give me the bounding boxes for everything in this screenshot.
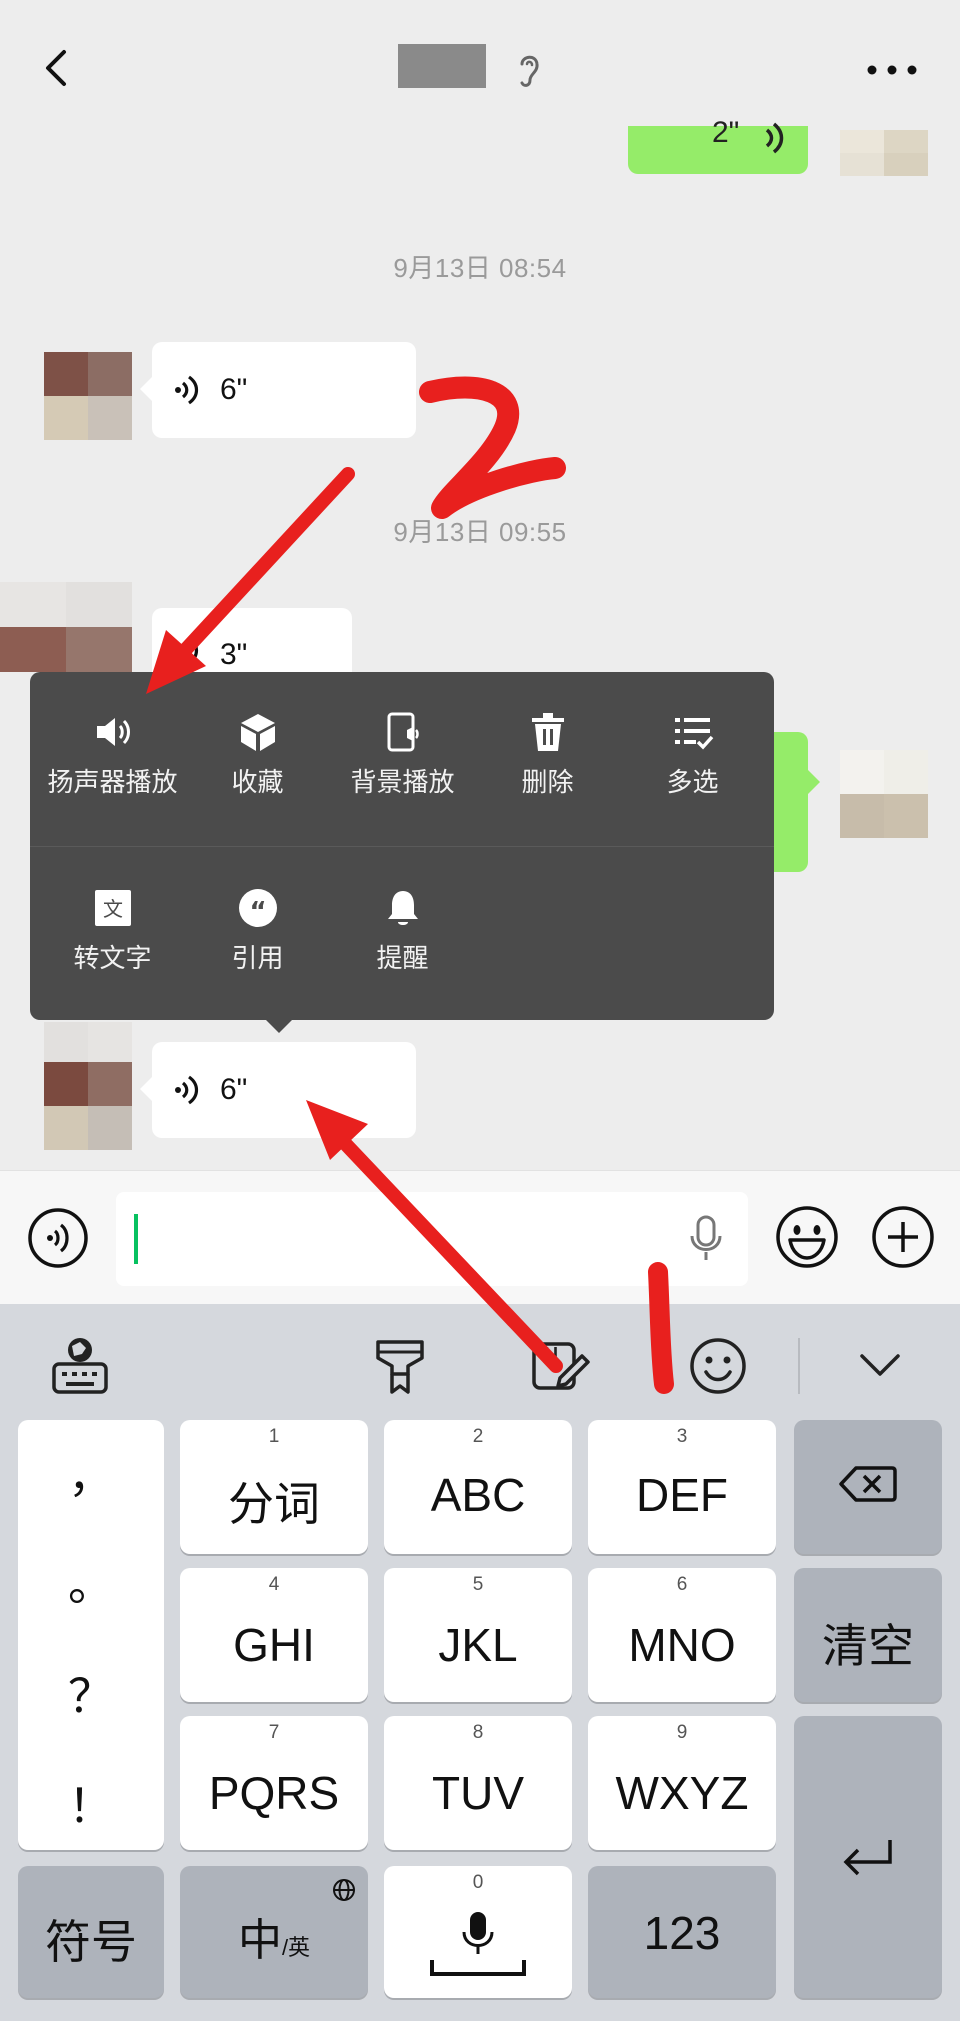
voice-wave-icon bbox=[175, 375, 199, 405]
speaker-icon bbox=[96, 718, 130, 746]
contact-name-blurred bbox=[398, 44, 486, 88]
key-1-fenci[interactable]: 1 分词 bbox=[180, 1420, 368, 1554]
menu-item-multi-select[interactable]: 多选 bbox=[620, 690, 765, 810]
text-convert-icon: 文 bbox=[94, 890, 131, 926]
clear-key[interactable]: 清空 bbox=[794, 1568, 942, 1702]
punct-question[interactable]: ？ bbox=[18, 1660, 164, 1726]
back-arrow-icon[interactable] bbox=[38, 48, 78, 88]
bell-icon bbox=[387, 891, 418, 925]
symbol-key[interactable]: 符号 bbox=[18, 1866, 164, 1998]
sent-voice-bubble[interactable]: 2" bbox=[628, 116, 808, 174]
menu-item-label: 转文字 bbox=[73, 943, 152, 973]
menu-item-speaker-play[interactable]: 扬声器播放 bbox=[40, 690, 185, 810]
trash-icon bbox=[531, 713, 564, 751]
enter-icon bbox=[843, 1840, 892, 1876]
menu-item-label: 收藏 bbox=[231, 767, 284, 797]
key-5-jkl[interactable]: 5 JKL bbox=[384, 1568, 572, 1702]
number-switch-key[interactable]: 123 bbox=[588, 1866, 776, 1998]
more-options-icon[interactable] bbox=[866, 60, 918, 80]
punct-exclamation[interactable]: ！ bbox=[18, 1770, 164, 1836]
menu-divider bbox=[30, 846, 774, 847]
svg-text:文: 文 bbox=[103, 897, 123, 921]
received-voice-bubble[interactable]: 6" bbox=[152, 1042, 416, 1138]
voice-wave-icon bbox=[175, 1075, 199, 1105]
voice-wave-icon bbox=[187, 638, 199, 666]
key-8-tuv[interactable]: 8 TUV bbox=[384, 1716, 572, 1850]
keyboard-emoji-icon[interactable] bbox=[686, 1334, 750, 1398]
collapse-keyboard-icon[interactable] bbox=[848, 1334, 912, 1398]
voice-duration: 3" bbox=[220, 638, 248, 671]
received-voice-bubble[interactable]: 6" bbox=[152, 342, 416, 438]
menu-item-label: 提醒 bbox=[376, 943, 429, 973]
ai-write-button[interactable]: AI bbox=[528, 1334, 592, 1398]
space-key[interactable]: 0 bbox=[384, 1866, 572, 1998]
backspace-icon bbox=[839, 1466, 897, 1502]
key-9-wxyz[interactable]: 9 WXYZ bbox=[588, 1716, 776, 1850]
multi-select-icon bbox=[674, 718, 713, 750]
contact-avatar-blurred[interactable] bbox=[44, 1022, 132, 1150]
message-text-input[interactable] bbox=[116, 1192, 748, 1286]
microphone-icon[interactable] bbox=[686, 1214, 726, 1262]
menu-item-label: 背景播放 bbox=[350, 767, 455, 797]
lang-main-label: 中 bbox=[237, 1916, 282, 1965]
plus-icon[interactable] bbox=[870, 1204, 936, 1270]
text-cursor bbox=[134, 1214, 138, 1264]
punct-comma[interactable]: ， bbox=[18, 1440, 164, 1506]
enter-key[interactable] bbox=[794, 1716, 942, 1998]
punct-period[interactable]: 。 bbox=[18, 1548, 164, 1614]
key-4-ghi[interactable]: 4 GHI bbox=[180, 1568, 368, 1702]
menu-item-remind[interactable]: 提醒 bbox=[330, 866, 475, 986]
lang-sub-label: /英 bbox=[281, 1935, 311, 1960]
backspace-key[interactable] bbox=[794, 1420, 942, 1554]
voice-duration: 6" bbox=[220, 1073, 248, 1106]
key-6-mno[interactable]: 6 MNO bbox=[588, 1568, 776, 1702]
globe-icon bbox=[333, 1879, 355, 1901]
key-7-pqrs[interactable]: 7 PQRS bbox=[180, 1716, 368, 1850]
menu-item-label: 多选 bbox=[666, 767, 719, 797]
quote-icon: “ bbox=[238, 889, 277, 927]
contact-avatar-blurred[interactable] bbox=[0, 582, 132, 672]
my-avatar-blurred[interactable] bbox=[840, 750, 928, 838]
svg-text:“: “ bbox=[249, 897, 266, 927]
menu-item-label: 删除 bbox=[521, 767, 574, 797]
menu-item-delete[interactable]: 删除 bbox=[475, 690, 620, 810]
bubble-tail bbox=[806, 768, 820, 796]
emoji-icon[interactable] bbox=[774, 1204, 840, 1270]
voice-input-toggle-icon[interactable] bbox=[26, 1206, 90, 1270]
menu-item-quote[interactable]: “ 引用 bbox=[185, 866, 330, 986]
key-2-abc[interactable]: 2 ABC bbox=[384, 1420, 572, 1554]
menu-item-favorite[interactable]: 收藏 bbox=[185, 690, 330, 810]
voice-duration: 2" bbox=[712, 116, 740, 149]
space-voice-icon bbox=[430, 1912, 526, 1976]
received-voice-bubble[interactable]: 3" bbox=[152, 608, 352, 672]
menu-item-convert-to-text[interactable]: 文 转文字 bbox=[40, 866, 185, 986]
voice-wave-icon bbox=[765, 122, 784, 154]
ai-edit-icon bbox=[532, 1342, 590, 1390]
menu-item-label: 引用 bbox=[231, 943, 284, 973]
menu-pointer bbox=[265, 1019, 293, 1033]
voice-duration: 6" bbox=[220, 373, 248, 406]
key-3-def[interactable]: 3 DEF bbox=[588, 1420, 776, 1554]
earpiece-mode-icon bbox=[520, 55, 539, 87]
background-play-icon bbox=[387, 712, 419, 752]
paint-brush-icon[interactable] bbox=[368, 1334, 432, 1398]
toolbar-separator bbox=[798, 1338, 800, 1394]
message-timestamp: 9月13日 09:55 bbox=[393, 517, 567, 547]
language-switch-key[interactable]: 中/英 bbox=[180, 1866, 368, 1998]
cube-icon bbox=[240, 714, 275, 751]
keyboard-globe-icon[interactable] bbox=[48, 1334, 112, 1398]
contact-avatar-blurred[interactable] bbox=[44, 352, 132, 440]
ai-label: AI bbox=[540, 1344, 558, 1364]
menu-item-background-play[interactable]: 背景播放 bbox=[330, 690, 475, 810]
message-timestamp: 9月13日 08:54 bbox=[393, 253, 567, 283]
menu-item-label: 扬声器播放 bbox=[47, 767, 178, 797]
my-avatar-blurred[interactable] bbox=[840, 130, 928, 176]
